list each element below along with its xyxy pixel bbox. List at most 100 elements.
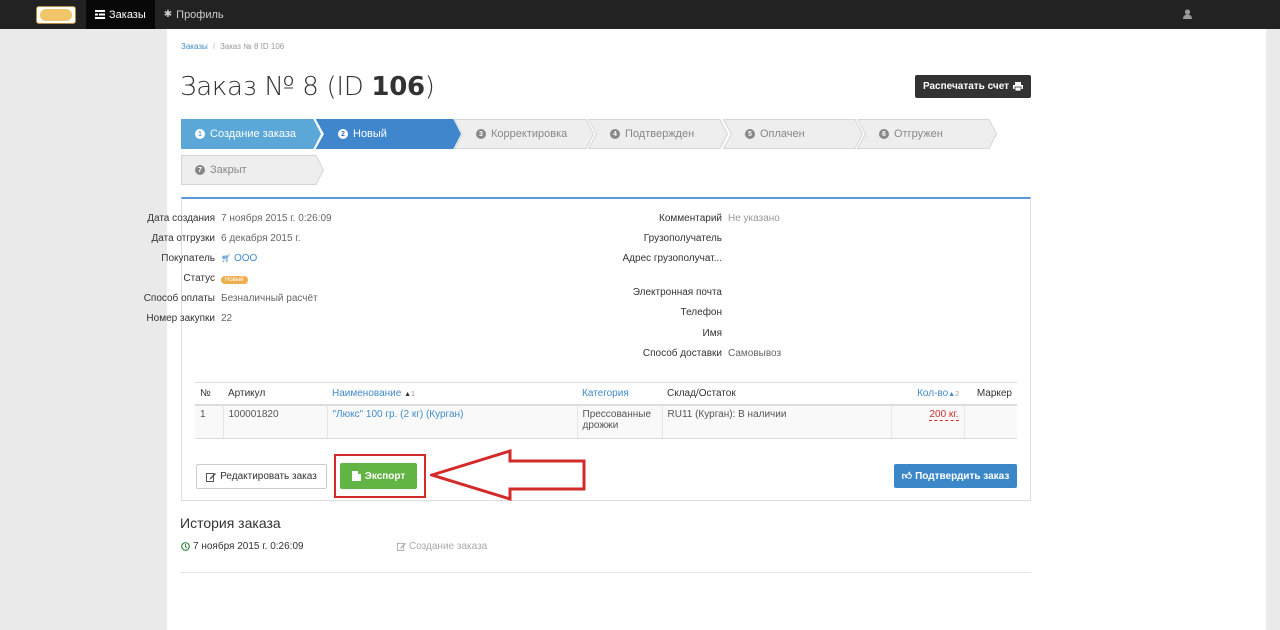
step-6[interactable]: 6 Отгружен [857, 119, 997, 149]
list-icon [95, 10, 105, 19]
category-line-1: Прессованные [582, 408, 652, 420]
table-header-row: № Артикул Наименование ▲1 Категория Скла… [195, 382, 1017, 406]
buyer-label: Покупатель [161, 253, 215, 264]
printer-icon [1013, 82, 1024, 91]
detail-ship-date: Дата отгрузки 6 декабря 2015 г. [101, 233, 301, 244]
step-4[interactable]: 4 Подтвержден [588, 119, 728, 149]
order-items-table: № Артикул Наименование ▲1 Категория Скла… [195, 382, 1017, 439]
col-qty[interactable]: Кол-во▲2 [891, 382, 964, 406]
cell-stock: RU11 (Курган): В наличии [661, 404, 891, 439]
step-5[interactable]: 5 Оплачен [723, 119, 863, 149]
detail-delivery: Способ доставки Самовывоз [583, 348, 781, 359]
col-qty-sort-order: 2 [955, 390, 959, 398]
col-marker: Маркер [964, 382, 1017, 406]
breadcrumb-separator: / [212, 42, 215, 51]
logo-image [40, 8, 72, 21]
payment-value: Безналичный расчёт [221, 293, 318, 304]
edit-icon [397, 542, 406, 551]
table-row: 1 100001820 "Люкс" 100 гр. (2 кг) (Курга… [195, 404, 1017, 439]
nav-item-profile[interactable]: ✱ Профиль [155, 0, 233, 29]
detail-payment: Способ оплаты Безналичный расчёт [101, 293, 318, 304]
phone-label: Телефон [680, 307, 722, 318]
cell-article: 100001820 [222, 404, 327, 439]
step-3[interactable]: 3 Корректировка [454, 119, 594, 149]
step-label: Новый [353, 128, 387, 140]
comment-label: Комментарий [659, 213, 722, 224]
edit-order-button[interactable]: Редактировать заказ [196, 464, 327, 489]
purchase-number-value: 22 [221, 313, 233, 324]
created-label: Дата создания [147, 213, 215, 224]
history-item: 7 ноября 2015 г. 0:26:09 Создание заказа [181, 541, 487, 552]
delivery-label: Способ доставки [642, 348, 722, 359]
nav-item-profile-label: Профиль [176, 8, 224, 21]
history-title: История заказа [180, 515, 281, 531]
col-qty-link[interactable]: Кол-во [917, 388, 948, 399]
edit-icon [206, 472, 217, 482]
col-name[interactable]: Наименование ▲1 [327, 382, 577, 406]
step-number: 4 [610, 129, 620, 139]
breadcrumb-current: Заказ № 8 ID 106 [219, 42, 285, 51]
status-badge: Новый [221, 276, 248, 284]
consignee-label: Грузополучатель [643, 233, 722, 244]
cell-category: Прессованные дрожжи [576, 404, 662, 439]
history-event: Создание заказа [397, 541, 487, 552]
step-2[interactable]: 2 Новый [316, 119, 461, 149]
detail-consignee: Грузополучатель [583, 233, 728, 244]
col-article: Артикул [223, 382, 327, 406]
detail-consignee-address: Адрес грузополучат... [583, 253, 728, 264]
consignee-address-label: Адрес грузополучат... [622, 253, 723, 264]
gear-icon: ✱ [163, 9, 173, 20]
history-divider [181, 572, 1031, 573]
payment-label: Способ оплаты [143, 293, 215, 304]
cell-qty[interactable]: 200 кг. [890, 404, 964, 439]
purchase-number-label: Номер закупки [146, 313, 215, 324]
created-value: 7 ноября 2015 г. 0:26:09 [221, 213, 332, 224]
sort-asc-icon: ▲ [404, 390, 412, 398]
brand-logo[interactable] [36, 5, 76, 24]
step-number: 2 [338, 129, 348, 139]
detail-email: Электронная почта [583, 287, 728, 298]
annotation-arrow-icon [430, 448, 586, 502]
step-number: 3 [476, 129, 486, 139]
detail-purchase-number: Номер закупки 22 [101, 313, 232, 324]
nav-item-orders[interactable]: Заказы [86, 0, 155, 29]
step-number: 5 [745, 129, 755, 139]
right-sidebar [1266, 29, 1280, 630]
title-prefix: Заказ № 8 (ID [180, 72, 372, 102]
user-icon[interactable] [1183, 9, 1192, 19]
col-name-link[interactable]: Наименование [332, 388, 401, 399]
title-suffix: ) [424, 72, 435, 102]
email-label: Электронная почта [632, 287, 722, 298]
history-event-text: Создание заказа [409, 541, 488, 552]
buyer-link[interactable]: 🛒︎ ООО [221, 253, 257, 264]
left-sidebar [0, 29, 167, 630]
step-number: 1 [195, 129, 205, 139]
breadcrumb-orders-link[interactable]: Заказы [181, 42, 208, 51]
file-export-icon [351, 471, 361, 481]
col-num: № [195, 382, 223, 406]
category-line-2: дрожжи [582, 419, 619, 431]
cell-name: "Люкс" 100 гр. (2 кг) (Курган) [326, 404, 577, 439]
step-label: Оплачен [760, 128, 805, 140]
print-invoice-button[interactable]: Распечатать счет [915, 75, 1031, 98]
product-link[interactable]: "Люкс" 100 гр. (2 кг) (Курган) [333, 409, 464, 420]
detail-comment: Комментарий Не указано [583, 213, 780, 224]
col-category-link[interactable]: Категория [582, 388, 629, 399]
col-stock: Склад/Остаток [662, 382, 891, 406]
cart-icon: 🛒︎ [221, 254, 232, 263]
nav-item-orders-label: Заказы [109, 8, 146, 21]
status-label: Статус [183, 273, 215, 284]
col-category[interactable]: Категория [577, 382, 662, 406]
col-name-sort-order: 1 [411, 390, 415, 398]
confirm-order-button[interactable]: 👍︎ Подтвердить заказ [894, 464, 1017, 488]
history-time-text: 7 ноября 2015 г. 0:26:09 [193, 541, 304, 552]
detail-phone: Телефон [583, 307, 728, 318]
export-button[interactable]: Экспорт [340, 463, 417, 489]
delivery-value: Самовывоз [728, 348, 782, 359]
step-7[interactable]: 7 Закрыт [181, 155, 324, 185]
breadcrumb: Заказы / Заказ № 8 ID 106 [181, 42, 284, 51]
clock-icon [181, 542, 190, 551]
step-1[interactable]: 1 Создание заказа [181, 119, 321, 149]
detail-created: Дата создания 7 ноября 2015 г. 0:26:09 [101, 213, 332, 224]
qty-editable[interactable]: 200 кг. [929, 408, 959, 421]
